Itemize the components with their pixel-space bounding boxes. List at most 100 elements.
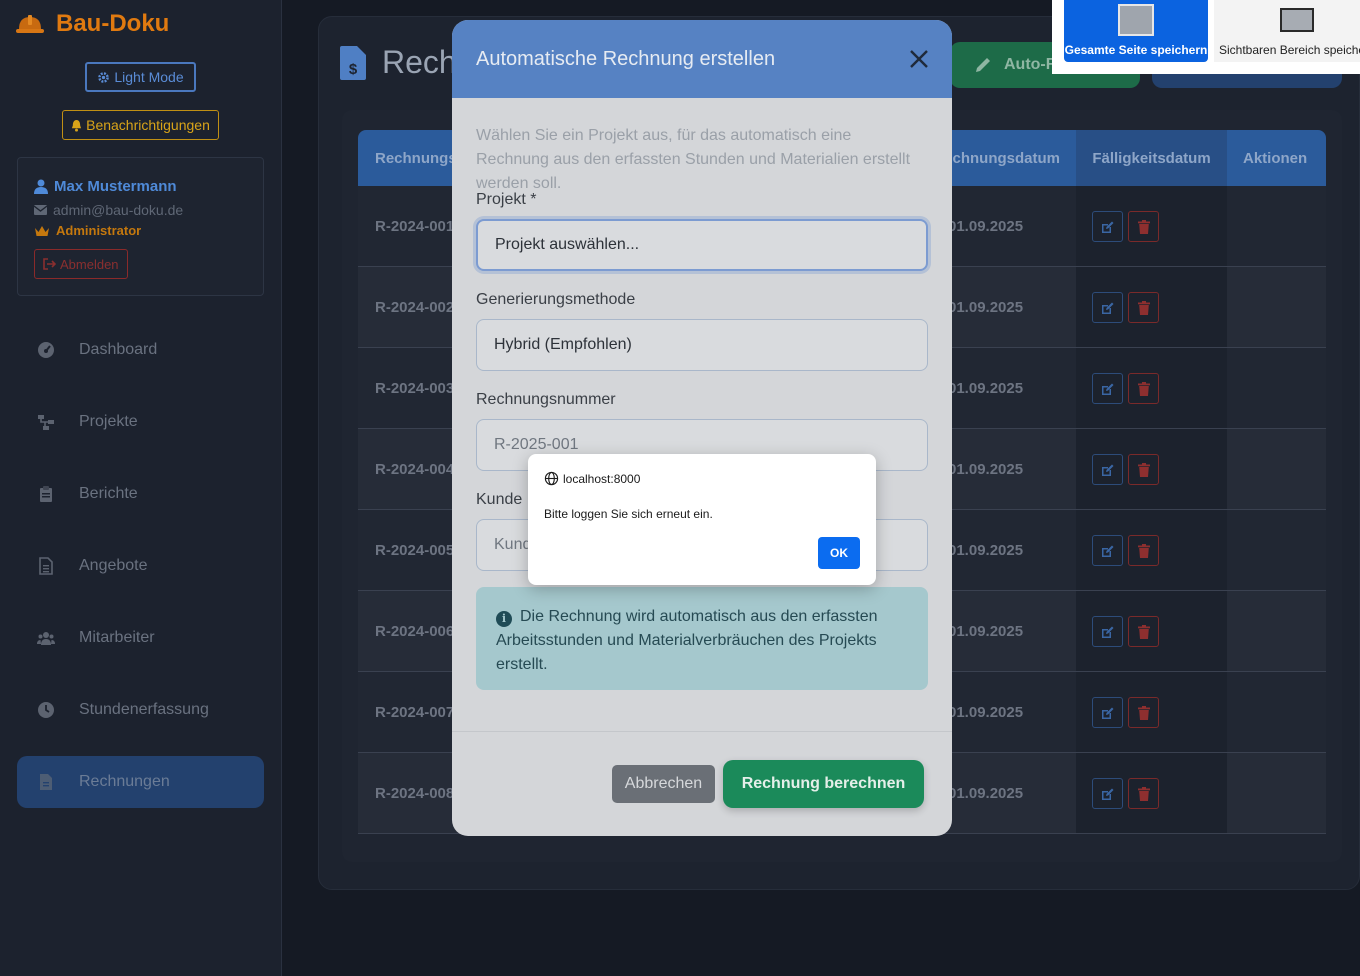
user-role: Administrator [34, 223, 141, 238]
alert-ok-button[interactable]: OK [818, 537, 860, 569]
invoice-date-cell: 01.09.2025 [948, 622, 1024, 640]
logout-button[interactable]: Abmelden [34, 249, 128, 279]
crown-icon [35, 225, 49, 236]
edit-button[interactable] [1092, 292, 1123, 323]
trash-icon [1137, 300, 1150, 315]
edit-icon [1101, 302, 1113, 314]
sidebar-item-berichte[interactable]: Berichte [17, 468, 264, 520]
delete-button[interactable] [1128, 535, 1159, 566]
trash-icon [1137, 462, 1150, 477]
delete-button[interactable] [1128, 616, 1159, 647]
info-icon: i [496, 611, 512, 627]
sidebar-item-mitarbeiter[interactable]: Mitarbeiter [17, 612, 264, 664]
trash-icon [1137, 624, 1150, 639]
notifications-button[interactable]: Benachrichtigungen [62, 110, 219, 140]
delete-button[interactable] [1128, 454, 1159, 485]
sign-out-icon [43, 258, 56, 270]
screenshot-extension-panel: Gesamte Seite speichern Sichtbaren Berei… [1052, 0, 1360, 74]
delete-button[interactable] [1128, 373, 1159, 404]
clock-icon [38, 702, 54, 718]
sidebar-item-rechnungen[interactable]: Rechnungen [17, 756, 264, 808]
invoice-dollar-icon: $ [340, 45, 366, 80]
brand[interactable]: Bau-Doku [16, 10, 169, 38]
invoice-date-cell: 01.09.2025 [948, 541, 1024, 559]
edit-button[interactable] [1092, 778, 1123, 809]
clipboard-icon [40, 486, 52, 502]
close-icon [910, 50, 928, 68]
file-text-icon [39, 557, 53, 575]
invoice-number-cell: R-2024-008 [375, 784, 455, 802]
method-label: Generierungsmethode [476, 291, 636, 308]
edit-icon [1101, 707, 1113, 719]
sidebar-item-projekte[interactable]: Projekte [17, 396, 264, 448]
save-full-page-button[interactable]: Gesamte Seite speichern [1064, 0, 1208, 62]
hard-hat-icon [16, 15, 44, 33]
auto-invoice-modal: Automatische Rechnung erstellen Wählen S… [452, 20, 952, 836]
browser-alert-dialog: localhost:8000 Bitte loggen Sie sich ern… [528, 454, 876, 585]
sidebar: Bau-Doku Light Mode Benachrichtigungen M… [0, 0, 282, 976]
trash-icon [1137, 786, 1150, 801]
close-button[interactable] [908, 48, 930, 70]
invoice-date-cell: 01.09.2025 [948, 379, 1024, 397]
user-email: admin@bau-doku.de [34, 202, 183, 218]
light-mode-button[interactable]: Light Mode [85, 62, 196, 92]
header-actions: Aktionen [1243, 149, 1308, 167]
customer-label: Kunde [476, 491, 523, 508]
bell-icon [72, 119, 82, 132]
modal-footer-divider [452, 731, 952, 732]
invoice-number-cell: R-2024-004 [375, 460, 455, 478]
invoice-number-cell: R-2024-006 [375, 622, 455, 640]
edit-button[interactable] [1092, 697, 1123, 728]
users-icon [37, 632, 55, 645]
notifications-label: Benachrichtigungen [86, 117, 210, 133]
delete-button[interactable] [1128, 292, 1159, 323]
invoice-number-cell: R-2024-003 [375, 379, 455, 397]
invoice-icon [40, 774, 52, 790]
modal-title: Automatische Rechnung erstellen [476, 48, 776, 70]
header-date[interactable]: Rechnungsdatum [938, 130, 1076, 186]
save-visible-area-label: Sichtbaren Bereich speichern [1219, 43, 1360, 57]
edit-button[interactable] [1092, 454, 1123, 485]
save-visible-area-button[interactable]: Sichtbaren Bereich speichern [1214, 0, 1360, 62]
user-icon [34, 179, 48, 194]
calculate-invoice-button[interactable]: Rechnung berechnen [723, 760, 924, 808]
cancel-button[interactable]: Abbrechen [612, 765, 715, 803]
delete-button[interactable] [1128, 697, 1159, 728]
gear-icon [98, 71, 110, 83]
trash-icon [1137, 219, 1150, 234]
edit-icon [1101, 545, 1113, 557]
globe-icon [544, 471, 559, 486]
project-select[interactable]: Projekt auswählen... [476, 219, 928, 271]
edit-icon [1101, 221, 1113, 233]
invoice-date-cell: 01.09.2025 [948, 217, 1024, 235]
edit-button[interactable] [1092, 616, 1123, 647]
modal-header: Automatische Rechnung erstellen [452, 20, 952, 98]
edit-button[interactable] [1092, 211, 1123, 242]
user-name: Max Mustermann [34, 178, 177, 195]
sidebar-item-angebote[interactable]: Angebote [17, 540, 264, 592]
invoice-date-cell: 01.09.2025 [948, 784, 1024, 802]
trash-icon [1137, 705, 1150, 720]
envelope-icon [34, 205, 47, 215]
edit-button[interactable] [1092, 373, 1123, 404]
visible-area-icon [1280, 8, 1314, 32]
sidebar-item-stundenerfassung[interactable]: Stundenerfassung [17, 684, 264, 736]
header-due-date[interactable]: Fälligkeitsdatum [1076, 130, 1227, 186]
info-alert: i Die Rechnung wird automatisch aus den e… [476, 587, 928, 690]
gauge-icon [38, 342, 54, 358]
edit-button[interactable] [1092, 535, 1123, 566]
user-card: Max Mustermann admin@bau-doku.de Adminis… [17, 157, 264, 296]
edit-icon [1101, 788, 1113, 800]
project-label: Projekt * [476, 191, 537, 208]
method-select[interactable]: Hybrid (Empfohlen) [476, 319, 928, 371]
invoice-number-cell: R-2024-007 [375, 703, 455, 721]
invoice-number-cell: R-2024-005 [375, 541, 455, 559]
invoice-number-cell: R-2024-002 [375, 298, 455, 316]
alert-message: Bitte loggen Sie sich erneut ein. [544, 507, 713, 521]
alert-origin: localhost:8000 [544, 471, 640, 486]
delete-button[interactable] [1128, 778, 1159, 809]
full-page-icon [1118, 4, 1154, 36]
sidebar-item-dashboard[interactable]: Dashboard [17, 324, 264, 376]
sitemap-icon [38, 415, 54, 430]
delete-button[interactable] [1128, 211, 1159, 242]
